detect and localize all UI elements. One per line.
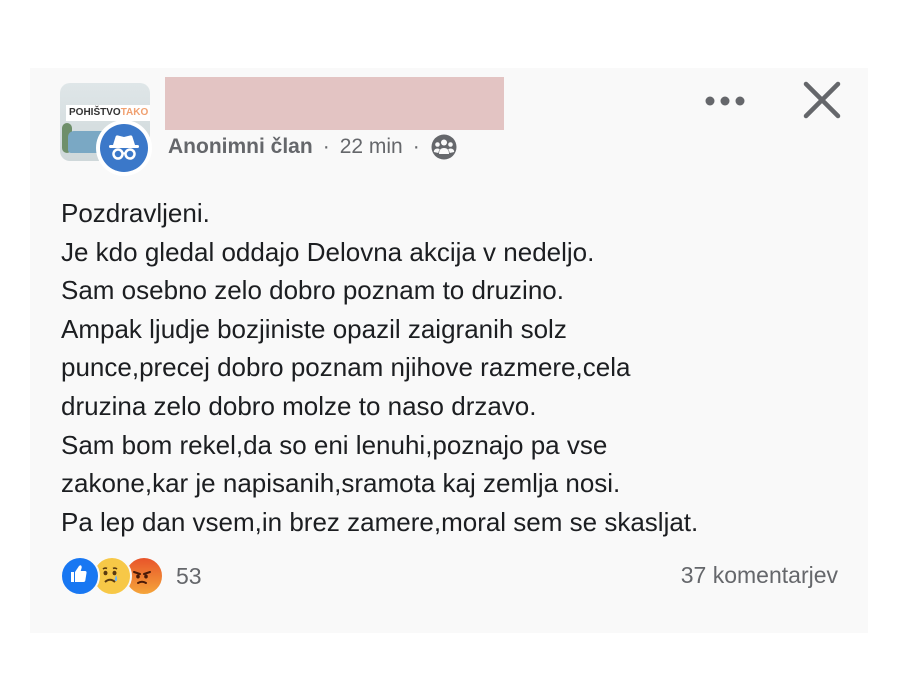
- more-dots-icon: [705, 96, 745, 106]
- incognito-icon: [109, 135, 139, 160]
- post-text-line: zakone,kar je napisanih,sramota kaj zeml…: [61, 468, 621, 499]
- more-options-button[interactable]: [700, 84, 750, 118]
- close-button[interactable]: [798, 76, 846, 124]
- post-text-line: Pozdravljeni.: [61, 198, 210, 228]
- post-text-line: punce,precej dobro poznam njihove razmer…: [61, 352, 631, 383]
- group-icon: [430, 133, 458, 161]
- reactions-summary[interactable]: 53: [60, 556, 202, 596]
- redacted-group-name: [165, 77, 504, 130]
- close-icon: [803, 81, 841, 119]
- post-text-line: Sam osebno zelo dobro poznam to druzino.: [61, 275, 564, 306]
- meta-separator: ·: [412, 135, 420, 158]
- post-text-line: Je kdo gledal oddajo Delovna akcija v ne…: [61, 236, 595, 267]
- post-time[interactable]: 22 min: [340, 135, 403, 159]
- like-reaction-icon: [60, 556, 100, 596]
- author-name[interactable]: Anonimni član: [168, 135, 313, 159]
- post-text-line: Ampak ljudje bozjiniste opazil zaigranih…: [61, 313, 567, 344]
- post-text-line: druzina zelo dobro molze to naso drzavo.: [61, 390, 537, 421]
- reaction-count: 53: [176, 562, 202, 589]
- comments-count-link[interactable]: 37 komentarjev: [681, 562, 838, 589]
- post-text-line: Pa lep dan vsem,in brez zamere,moral sem…: [61, 506, 699, 537]
- avatar-logo-text: POHIŠTVOTAKO: [66, 105, 150, 121]
- meta-separator: ·: [322, 135, 330, 158]
- post-meta: Anonimni član · 22 min ·: [168, 133, 458, 161]
- anonymous-member-avatar: [96, 120, 152, 176]
- post-text: Pozdravljeni. Je kdo gledal oddajo Delov…: [61, 194, 851, 541]
- post-text-line: Sam bom rekel,da so eni lenuhi,poznajo p…: [61, 429, 608, 460]
